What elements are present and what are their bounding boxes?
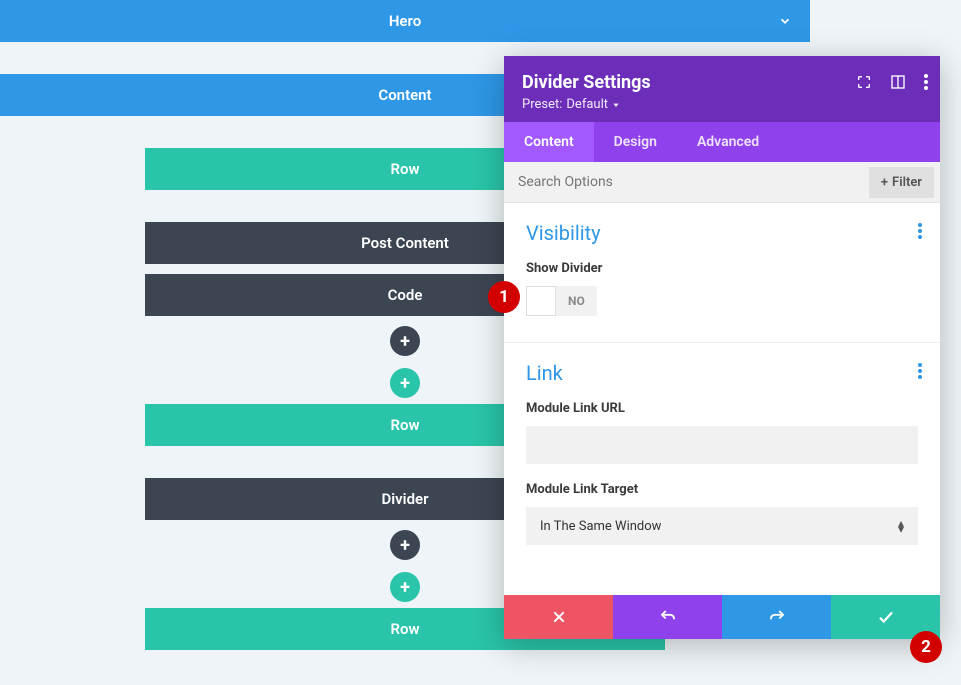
expand-icon[interactable] bbox=[856, 74, 872, 90]
module-label: Code bbox=[388, 286, 423, 304]
tab-advanced[interactable]: Advanced bbox=[677, 122, 779, 162]
plus-icon: + bbox=[400, 373, 410, 394]
toggle-knob bbox=[526, 286, 556, 316]
link-target-label: Module Link Target bbox=[526, 482, 918, 497]
link-target-select[interactable]: In The Same Window ▴▾ bbox=[526, 507, 918, 545]
snap-icon[interactable] bbox=[890, 74, 906, 90]
cancel-button[interactable] bbox=[504, 595, 613, 639]
link-url-input[interactable] bbox=[526, 426, 918, 464]
search-input[interactable] bbox=[504, 162, 863, 202]
module-label: Divider bbox=[382, 490, 429, 508]
undo-button[interactable] bbox=[613, 595, 722, 639]
settings-tabs: Content Design Advanced bbox=[504, 122, 940, 162]
section-heading: Link bbox=[526, 361, 918, 385]
annotation-badge-1: 1 bbox=[488, 281, 520, 313]
section-label: Content bbox=[378, 86, 431, 104]
preset-selector[interactable]: Preset: Default bbox=[522, 97, 922, 112]
select-arrows-icon: ▴▾ bbox=[898, 520, 904, 532]
plus-icon: + bbox=[881, 175, 888, 190]
module-label: Post Content bbox=[361, 234, 449, 252]
row-label: Row bbox=[390, 160, 419, 178]
section-heading: Visibility bbox=[526, 221, 918, 245]
row-label: Row bbox=[390, 416, 419, 434]
row-label: Row bbox=[390, 620, 419, 638]
panel-header: Divider Settings Preset: Default bbox=[504, 56, 940, 122]
plus-icon: + bbox=[400, 331, 410, 352]
show-divider-toggle[interactable]: NO bbox=[526, 286, 597, 316]
filter-button[interactable]: + Filter bbox=[869, 167, 934, 198]
panel-footer bbox=[504, 595, 940, 639]
annotation-badge-2: 2 bbox=[910, 631, 942, 663]
redo-button[interactable] bbox=[722, 595, 831, 639]
add-row-button[interactable]: + bbox=[390, 368, 420, 398]
link-url-label: Module Link URL bbox=[526, 401, 918, 416]
settings-panel: Divider Settings Preset: Default Content… bbox=[504, 56, 940, 639]
kebab-icon[interactable] bbox=[918, 223, 922, 239]
chevron-down-icon[interactable] bbox=[778, 14, 792, 28]
plus-icon: + bbox=[400, 577, 410, 598]
kebab-icon[interactable] bbox=[918, 363, 922, 379]
section-label: Hero bbox=[389, 12, 421, 30]
plus-icon: + bbox=[400, 535, 410, 556]
add-module-button[interactable]: + bbox=[390, 530, 420, 560]
tab-design[interactable]: Design bbox=[594, 122, 677, 162]
section-bar-hero[interactable]: Hero bbox=[0, 0, 810, 42]
kebab-icon[interactable] bbox=[924, 74, 928, 90]
toggle-value: NO bbox=[556, 294, 597, 308]
section-visibility: Visibility Show Divider NO bbox=[504, 203, 940, 343]
search-bar: + Filter bbox=[504, 162, 940, 203]
tab-content[interactable]: Content bbox=[504, 122, 594, 162]
add-module-button[interactable]: + bbox=[390, 326, 420, 356]
show-divider-label: Show Divider bbox=[526, 261, 918, 276]
section-link: Link Module Link URL Module Link Target … bbox=[504, 343, 940, 567]
add-row-button[interactable]: + bbox=[390, 572, 420, 602]
